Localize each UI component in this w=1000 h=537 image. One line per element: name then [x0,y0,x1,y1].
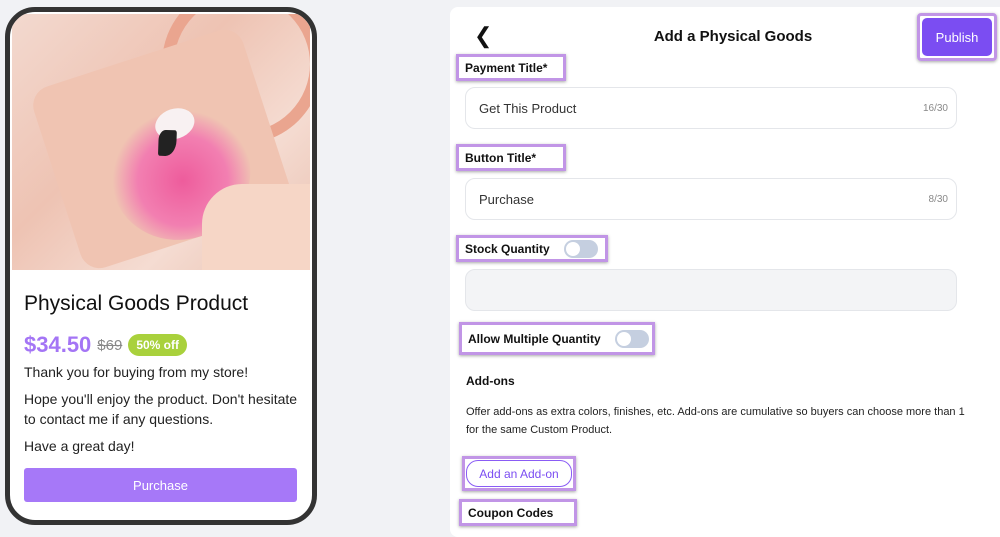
original-price: $69 [97,336,123,354]
allow-multiple-quantity-label: Allow Multiple Quantity [459,322,655,355]
coupon-codes-label: Coupon Codes [459,499,577,526]
price: $34.50 [24,332,92,357]
description-line: Hope you'll enjoy the product. Don't hes… [24,391,298,427]
description-line: Have a great day! [24,438,135,454]
label-text: Allow Multiple Quantity [468,331,601,346]
char-count: 16/30 [922,102,948,114]
discount-badge: 50% off [128,334,188,356]
phone-preview: Physical Goods Product $34.50 $69 50% of… [5,7,317,525]
editor-panel: ❮ Add a Physical Goods Publish Payment T… [450,7,1000,537]
product-title: Physical Goods Product [24,292,249,315]
stock-quantity-toggle[interactable] [563,239,598,258]
input-value: Purchase [479,191,534,207]
button-title-input[interactable]: Purchase 8/30 [465,178,957,220]
publish-button[interactable]: Publish [922,18,992,56]
addons-description: Offer add-ons as extra colors, finishes,… [466,406,965,436]
product-image [12,14,310,270]
addons-heading: Add-ons [466,374,515,388]
publish-button-wrap: Publish [917,13,997,61]
label-text: Stock Quantity [465,241,550,256]
add-addon-wrap: Add an Add-on [462,456,576,491]
add-addon-button[interactable]: Add an Add-on [466,460,572,487]
stock-quantity-label: Stock Quantity [456,235,608,262]
label-text: Coupon Codes [468,505,554,520]
payment-title-input[interactable]: Get This Product 16/30 [465,87,957,129]
payment-title-label: Payment Title* [456,54,566,81]
stock-quantity-input[interactable] [465,269,957,311]
char-count: 8/30 [928,193,948,205]
preview-purchase-button[interactable]: Purchase [24,468,297,502]
button-title-label: Button Title* [456,144,566,171]
allow-multiple-toggle[interactable] [614,329,649,348]
description-line: Thank you for buying from my store! [24,364,249,380]
label-text: Button Title* [465,150,537,165]
product-description: Thank you for buying from my store! Hope… [24,362,304,456]
label-text: Payment Title* [465,60,548,75]
input-value: Get This Product [479,100,577,116]
